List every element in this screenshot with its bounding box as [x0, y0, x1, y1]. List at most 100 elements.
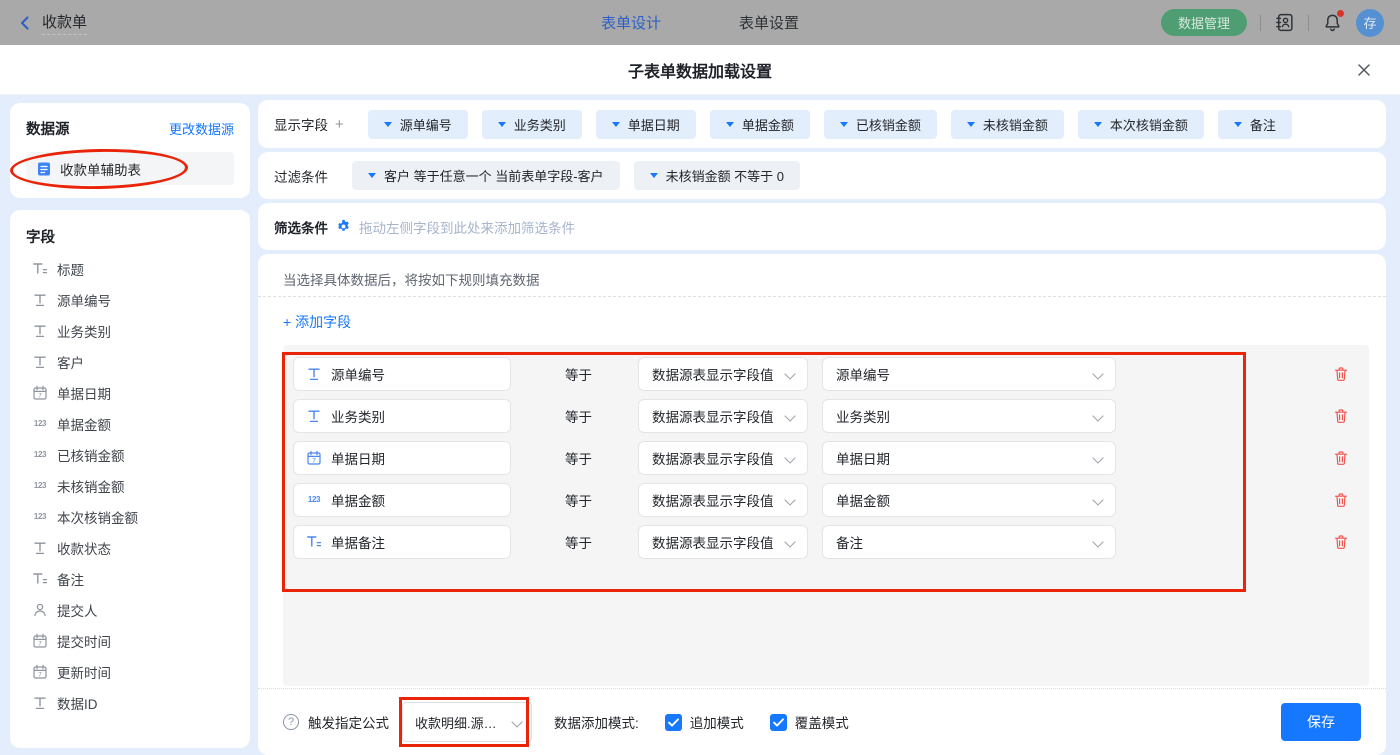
- filter-condition-tag-0[interactable]: 客户 等于任意一个 当前表单字段-客户: [352, 161, 620, 190]
- formula-select[interactable]: 收款明细.源单...: [402, 702, 532, 742]
- rule-target-field[interactable]: 源单编号: [293, 357, 511, 391]
- textarea-icon: [32, 261, 48, 277]
- rule-value-select[interactable]: 业务类别: [822, 399, 1116, 433]
- caret-down-icon: [368, 173, 376, 178]
- change-datasource-link[interactable]: 更改数据源: [169, 119, 234, 138]
- chevron-down-icon: [784, 536, 795, 547]
- rule-value-select[interactable]: 源单编号: [822, 357, 1116, 391]
- rule-row: 123 单据金额 等于 数据源表显示字段值 单据金额: [283, 483, 1369, 517]
- tab-form-design[interactable]: 表单设计: [601, 12, 661, 33]
- display-field-tag-1[interactable]: 业务类别: [482, 110, 582, 139]
- text-icon: [306, 366, 322, 382]
- caret-down-icon: [1094, 122, 1102, 127]
- chevron-down-icon: [1092, 494, 1103, 505]
- checkbox-checked-icon[interactable]: [770, 714, 787, 731]
- display-field-tag-4[interactable]: 已核销金额: [824, 110, 937, 139]
- rule-target-field[interactable]: 单据备注: [293, 525, 511, 559]
- chevron-down-icon: [1092, 452, 1103, 463]
- svg-text:7: 7: [38, 392, 42, 399]
- svg-text:7: 7: [312, 457, 316, 464]
- delete-row-icon[interactable]: [1333, 492, 1349, 508]
- field-list-item[interactable]: 7 提交时间: [26, 625, 234, 656]
- field-list-item[interactable]: 备注: [26, 563, 234, 594]
- checkbox-label[interactable]: 追加模式: [690, 712, 744, 732]
- rule-source-select[interactable]: 数据源表显示字段值: [638, 399, 808, 433]
- field-list-item[interactable]: 123 未核销金额: [26, 470, 234, 501]
- caret-down-icon: [384, 122, 392, 127]
- fill-rules-panel: 当选择具体数据后，将按如下规则填充数据 + 添加字段 源单编号 等于 数据源表显…: [258, 254, 1386, 755]
- mode-checkboxes: 追加模式 覆盖模式: [639, 712, 849, 732]
- text-icon: [32, 540, 48, 556]
- rule-target-field[interactable]: 7 单据日期: [293, 441, 511, 475]
- delete-row-icon[interactable]: [1333, 450, 1349, 466]
- rule-operator: 等于: [565, 532, 599, 552]
- filter-condition-tag-1[interactable]: 未核销金额 不等于 0: [634, 161, 800, 190]
- rule-value-select[interactable]: 单据金额: [822, 483, 1116, 517]
- notification-bell-icon[interactable]: [1322, 12, 1343, 33]
- gear-icon[interactable]: [336, 219, 351, 234]
- selected-datasource[interactable]: 收款单辅助表: [26, 152, 234, 185]
- rule-operator: 等于: [565, 364, 599, 384]
- field-list-item[interactable]: 7 单据日期: [26, 377, 234, 408]
- caret-down-icon: [840, 122, 848, 127]
- field-list-item[interactable]: 123 单据金额: [26, 408, 234, 439]
- add-display-field-button[interactable]: +: [335, 116, 344, 133]
- field-list-item[interactable]: 收款状态: [26, 532, 234, 563]
- display-field-tag-3[interactable]: 单据金额: [710, 110, 810, 139]
- rule-value-select[interactable]: 单据日期: [822, 441, 1116, 475]
- close-icon[interactable]: [1354, 60, 1374, 80]
- field-list-item[interactable]: 客户: [26, 346, 234, 377]
- rule-source-select[interactable]: 数据源表显示字段值: [638, 357, 808, 391]
- display-field-tag-7[interactable]: 备注: [1218, 110, 1292, 139]
- notification-dot: [1337, 10, 1344, 17]
- rule-source-select[interactable]: 数据源表显示字段值: [638, 525, 808, 559]
- form-doc-icon: [36, 161, 52, 177]
- rule-row: 源单编号 等于 数据源表显示字段值 源单编号: [283, 357, 1369, 391]
- field-list-item[interactable]: 源单编号: [26, 284, 234, 315]
- text-icon: [32, 354, 48, 370]
- save-button[interactable]: 保存: [1281, 703, 1361, 741]
- chevron-down-icon: [784, 452, 795, 463]
- rule-target-field[interactable]: 123 单据金额: [293, 483, 511, 517]
- text-icon: [306, 408, 322, 424]
- field-list-item[interactable]: 提交人: [26, 594, 234, 625]
- delete-row-icon[interactable]: [1333, 366, 1349, 382]
- delete-row-icon[interactable]: [1333, 408, 1349, 424]
- help-icon[interactable]: ?: [283, 714, 299, 730]
- field-list-item[interactable]: 数据ID: [26, 687, 234, 718]
- display-field-tag-5[interactable]: 未核销金额: [951, 110, 1064, 139]
- fields-panel: 字段 标题 源单编号 业务类别 客户 7 单据日期 123 单据金额 123 已…: [10, 210, 250, 748]
- contact-book-icon[interactable]: [1274, 12, 1295, 33]
- rule-operator: 等于: [565, 448, 599, 468]
- field-list-item[interactable]: 123 本次核销金额: [26, 501, 234, 532]
- back-button[interactable]: 收款单: [0, 11, 87, 35]
- subform-data-load-modal: 子表单数据加载设置 数据源 更改数据源 收款单辅助表 字段 标题: [0, 45, 1400, 755]
- chevron-down-icon: [1092, 410, 1103, 421]
- field-list-item[interactable]: 123 已核销金额: [26, 439, 234, 470]
- datasource-title: 数据源: [26, 118, 70, 139]
- tab-form-settings[interactable]: 表单设置: [739, 12, 799, 33]
- modal-title: 子表单数据加载设置: [628, 58, 772, 82]
- rule-source-select[interactable]: 数据源表显示字段值: [638, 441, 808, 475]
- date-icon: 7: [306, 450, 322, 466]
- data-manage-button[interactable]: 数据管理: [1161, 9, 1247, 36]
- formula-label: 触发指定公式: [308, 712, 389, 732]
- field-list-item[interactable]: 7 更新时间: [26, 656, 234, 687]
- field-list-item[interactable]: 标题: [26, 253, 234, 284]
- checkbox-label[interactable]: 覆盖模式: [795, 712, 849, 732]
- avatar[interactable]: 存: [1356, 9, 1384, 37]
- checkbox-checked-icon[interactable]: [665, 714, 682, 731]
- rule-value-select[interactable]: 备注: [822, 525, 1116, 559]
- fields-title: 字段: [26, 226, 234, 247]
- rule-operator: 等于: [565, 490, 599, 510]
- rule-target-field[interactable]: 业务类别: [293, 399, 511, 433]
- display-field-tag-0[interactable]: 源单编号: [368, 110, 468, 139]
- field-list-item[interactable]: 业务类别: [26, 315, 234, 346]
- chevron-down-icon: [1092, 536, 1103, 547]
- add-rule-field-button[interactable]: + 添加字段: [283, 312, 351, 332]
- delete-row-icon[interactable]: [1333, 534, 1349, 550]
- display-field-tag-6[interactable]: 本次核销金额: [1078, 110, 1204, 139]
- filter-conditions-label: 过滤条件: [274, 166, 328, 186]
- display-field-tag-2[interactable]: 单据日期: [596, 110, 696, 139]
- rule-source-select[interactable]: 数据源表显示字段值: [638, 483, 808, 517]
